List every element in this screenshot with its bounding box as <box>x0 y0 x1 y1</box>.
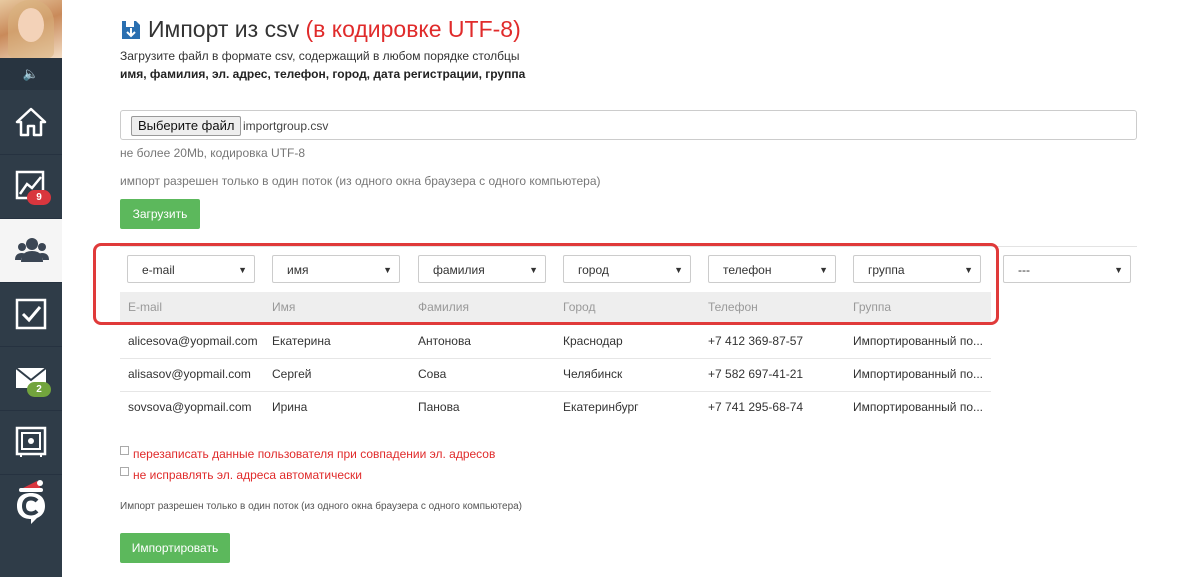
import-button[interactable]: Импортировать <box>120 533 230 563</box>
thread-note: Импорт разрешен только в один поток (из … <box>120 501 523 512</box>
file-limit-hint: не более 20Mb, кодировка UTF-8 <box>120 146 306 160</box>
cell-city: Екатеринбург <box>563 400 639 414</box>
mail-badge: 2 <box>27 382 51 397</box>
cell-surname: Сова <box>418 367 447 381</box>
logo-icon <box>17 480 45 524</box>
sidebar: 🔈 9 2 <box>0 0 62 577</box>
highlight-frame <box>93 243 999 325</box>
stats-badge: 9 <box>27 190 51 205</box>
overwrite-label: перезаписать данные пользователя при сов… <box>133 447 496 461</box>
home-icon <box>15 107 47 137</box>
import-icon <box>122 21 140 39</box>
overwrite-option[interactable]: перезаписать данные пользователя при сов… <box>120 446 495 461</box>
sidebar-item-stats[interactable]: 9 <box>0 155 62 219</box>
users-icon <box>15 238 49 262</box>
table-row: sovsova@yopmail.com Ирина Панова Екатери… <box>120 391 991 424</box>
cell-group: Импортированный по... <box>853 367 984 381</box>
no-fix-checkbox[interactable] <box>120 467 129 476</box>
table-row: alicesova@yopmail.com Екатерина Антонова… <box>120 325 991 359</box>
page-title-encoding: (в кодировке UTF-8) <box>305 16 521 42</box>
file-input[interactable]: Выберите файл importgroup.csv <box>120 110 1137 140</box>
checkbox-icon <box>15 298 47 330</box>
table-row: alisasov@yopmail.com Сергей Сова Челябин… <box>120 358 991 392</box>
select-value: --- <box>1018 263 1030 277</box>
column-select-extra[interactable]: --- ▼ <box>1003 255 1131 283</box>
no-fix-label: не исправлять эл. адреса автоматически <box>133 468 362 482</box>
safe-icon <box>15 426 47 457</box>
cell-surname: Панова <box>418 400 460 414</box>
avatar-face <box>18 8 44 42</box>
cell-phone: +7 741 295-68-74 <box>708 400 804 414</box>
sidebar-item-safe[interactable] <box>0 411 62 475</box>
sidebar-item-users[interactable] <box>0 219 62 283</box>
cell-phone: +7 582 697-41-21 <box>708 367 804 381</box>
cell-phone: +7 412 369-87-57 <box>708 334 804 348</box>
cell-email: alisasov@yopmail.com <box>128 367 251 381</box>
cell-email: sovsova@yopmail.com <box>128 400 252 414</box>
file-name: importgroup.csv <box>243 119 329 133</box>
columns-list: имя, фамилия, эл. адрес, телефон, город,… <box>120 67 526 81</box>
avatar[interactable] <box>0 0 62 58</box>
cell-name: Сергей <box>272 367 312 381</box>
no-fix-option[interactable]: не исправлять эл. адреса автоматически <box>120 467 362 482</box>
cell-surname: Антонова <box>418 334 471 348</box>
cell-name: Екатерина <box>272 334 331 348</box>
sidebar-item-home[interactable] <box>0 91 62 155</box>
description: Загрузите файл в формате csv, содержащий… <box>120 49 520 63</box>
choose-file-button[interactable]: Выберите файл <box>131 116 242 136</box>
cell-city: Краснодар <box>563 334 623 348</box>
cell-email: alicesova@yopmail.com <box>128 334 258 348</box>
thread-hint: импорт разрешен только в один поток (из … <box>120 174 601 188</box>
cell-city: Челябинск <box>563 367 623 381</box>
cell-name: Ирина <box>272 400 308 414</box>
sidebar-item-mail[interactable]: 2 <box>0 347 62 411</box>
page-title: Импорт из csv (в кодировке UTF-8) <box>148 16 521 43</box>
cell-group: Импортированный по... <box>853 400 984 414</box>
sidebar-item-logo[interactable] <box>0 475 62 538</box>
sound-icon[interactable]: 🔈 <box>0 58 62 90</box>
overwrite-checkbox[interactable] <box>120 446 129 455</box>
upload-button[interactable]: Загрузить <box>120 199 200 229</box>
cell-group: Импортированный по... <box>853 334 984 348</box>
sidebar-item-tasks[interactable] <box>0 283 62 347</box>
chevron-down-icon: ▼ <box>1114 265 1123 275</box>
page-title-text: Импорт из csv <box>148 16 306 42</box>
